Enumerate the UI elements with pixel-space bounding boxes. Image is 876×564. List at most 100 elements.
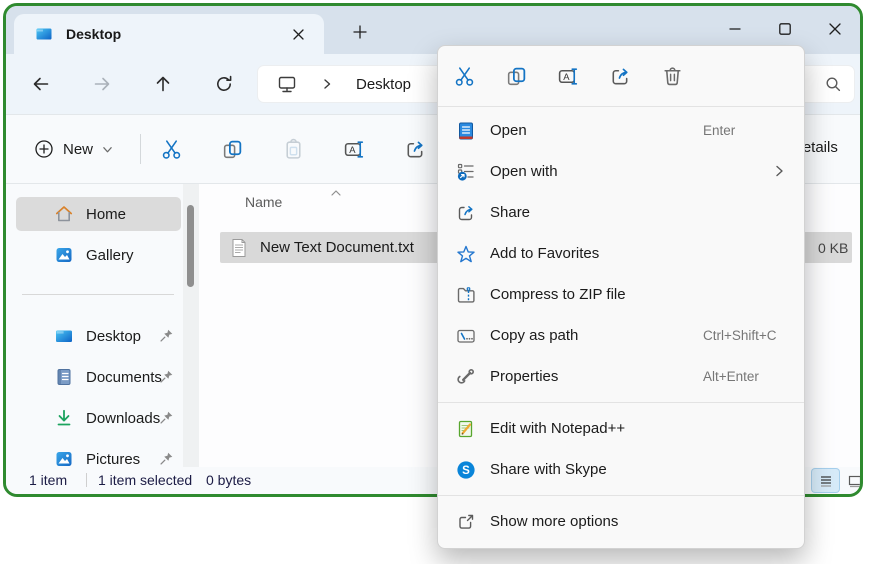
- svg-text:A: A: [563, 71, 570, 82]
- scrollbar-thumb[interactable]: [187, 205, 194, 287]
- svg-text:S: S: [462, 465, 470, 477]
- sidebar-scrollbar[interactable]: [183, 184, 199, 467]
- up-button[interactable]: [146, 67, 180, 101]
- menu-item-add-to-favorites[interactable]: Add to Favorites: [438, 233, 804, 274]
- menu-item-compress-to-zip[interactable]: Compress to ZIP file: [438, 274, 804, 315]
- sidebar-item-downloads[interactable]: Downloads: [16, 401, 181, 435]
- menu-item-copy-as-path[interactable]: Copy as path Ctrl+Shift+C: [438, 315, 804, 356]
- menu-item-show-more-options[interactable]: Show more options: [438, 501, 804, 542]
- open-with-icon: [456, 162, 476, 182]
- menu-item-label: Properties: [490, 368, 558, 385]
- documents-icon: [54, 367, 74, 387]
- selection-count: 1 item selected: [98, 472, 192, 488]
- menu-item-label: Copy as path: [490, 327, 578, 344]
- toolbar-divider: [140, 134, 141, 164]
- pin-icon: [159, 451, 175, 467]
- item-count: 1 item: [29, 472, 67, 488]
- menu-item-shortcut: Ctrl+Shift+C: [703, 328, 777, 343]
- pictures-icon: [54, 449, 74, 469]
- menu-item-label: Open: [490, 122, 527, 139]
- this-pc-icon[interactable]: [276, 73, 298, 95]
- cut-button[interactable]: [150, 128, 192, 170]
- details-view-icon: [818, 473, 834, 489]
- menu-item-shortcut: Enter: [703, 123, 735, 138]
- sidebar-item-label: Documents: [86, 369, 162, 386]
- menu-item-open-with[interactable]: Open with: [438, 151, 804, 192]
- thumbnail-view-icon: [847, 473, 863, 489]
- sidebar-item-label: Home: [86, 206, 126, 223]
- submenu-chevron-icon: [772, 164, 786, 183]
- chevron-down-icon: [102, 144, 113, 155]
- open-icon: [456, 121, 476, 141]
- menu-divider: [438, 402, 804, 403]
- tab-title: Desktop: [66, 26, 121, 42]
- menu-item-label: Share with Skype: [490, 461, 607, 478]
- plus-circle-icon: [34, 139, 54, 159]
- menu-item-label: Open with: [490, 163, 558, 180]
- new-tab-button[interactable]: [346, 18, 374, 46]
- copy-button[interactable]: [211, 128, 253, 170]
- sidebar-item-label: Pictures: [86, 451, 140, 468]
- new-button[interactable]: New: [22, 127, 125, 171]
- rename-button[interactable]: A: [548, 56, 589, 97]
- pin-icon: [159, 410, 175, 426]
- desktop-tab-icon: [34, 24, 54, 44]
- close-button[interactable]: [810, 6, 860, 52]
- cut-button[interactable]: [444, 56, 485, 97]
- file-size: 0 KB: [818, 240, 848, 256]
- notepad-plus-plus-icon: [456, 419, 476, 439]
- quick-actions-row: A: [438, 46, 804, 106]
- forward-button[interactable]: [85, 67, 119, 101]
- tab-desktop[interactable]: Desktop: [14, 14, 324, 54]
- copy-icon: [221, 138, 244, 161]
- copy-icon: [505, 65, 528, 88]
- thumbnail-view-button[interactable]: [844, 469, 863, 492]
- properties-wrench-icon: [456, 367, 476, 387]
- sidebar-item-home[interactable]: Home: [16, 197, 181, 231]
- sidebar-item-documents[interactable]: Documents: [16, 360, 181, 394]
- paste-button[interactable]: [272, 128, 314, 170]
- share-icon: [456, 203, 476, 223]
- back-button[interactable]: [24, 67, 58, 101]
- column-header-name[interactable]: Name: [245, 194, 282, 210]
- menu-item-label: Add to Favorites: [490, 245, 599, 262]
- skype-icon: S: [456, 460, 476, 480]
- rename-button[interactable]: A: [333, 128, 375, 170]
- share-icon: [404, 138, 427, 161]
- copy-button[interactable]: [496, 56, 537, 97]
- sort-ascending-icon[interactable]: [330, 184, 342, 202]
- menu-item-share[interactable]: Share: [438, 192, 804, 233]
- svg-text:A: A: [349, 144, 356, 155]
- menu-item-label: Edit with Notepad++: [490, 420, 625, 437]
- delete-button[interactable]: [652, 56, 693, 97]
- menu-divider: [438, 495, 804, 496]
- breadcrumb-chevron-icon[interactable]: [320, 77, 334, 91]
- rename-icon: A: [557, 65, 580, 88]
- paste-icon: [282, 138, 305, 161]
- menu-item-edit-with-notepad[interactable]: Edit with Notepad++: [438, 408, 804, 449]
- menu-item-open[interactable]: Open Enter: [438, 110, 804, 151]
- tab-close-icon[interactable]: [286, 22, 310, 46]
- share-button[interactable]: [394, 128, 436, 170]
- new-button-label: New: [63, 141, 93, 158]
- menu-items: Open Enter Open with Share Add to Favori…: [438, 107, 804, 397]
- details-view-button[interactable]: [812, 469, 839, 492]
- context-menu: A Open Enter Open with: [437, 45, 805, 549]
- sidebar-item-gallery[interactable]: Gallery: [16, 238, 181, 272]
- sidebar-item-desktop[interactable]: Desktop: [16, 319, 181, 353]
- navigation-pane: Home Gallery Desktop: [6, 184, 183, 467]
- sidebar-divider: [22, 294, 174, 295]
- menu-item-properties[interactable]: Properties Alt+Enter: [438, 356, 804, 397]
- menu-item-shortcut: Alt+Enter: [703, 369, 759, 384]
- pin-icon: [159, 369, 175, 385]
- star-icon: [456, 244, 476, 264]
- refresh-button[interactable]: [207, 67, 241, 101]
- pin-icon: [159, 328, 175, 344]
- downloads-icon: [54, 408, 74, 428]
- breadcrumb-location[interactable]: Desktop: [356, 76, 411, 93]
- menu-item-share-with-skype[interactable]: S Share with Skype: [438, 449, 804, 490]
- copy-as-path-icon: [456, 326, 476, 346]
- cut-icon: [453, 65, 476, 88]
- share-icon: [609, 65, 632, 88]
- share-button[interactable]: [600, 56, 641, 97]
